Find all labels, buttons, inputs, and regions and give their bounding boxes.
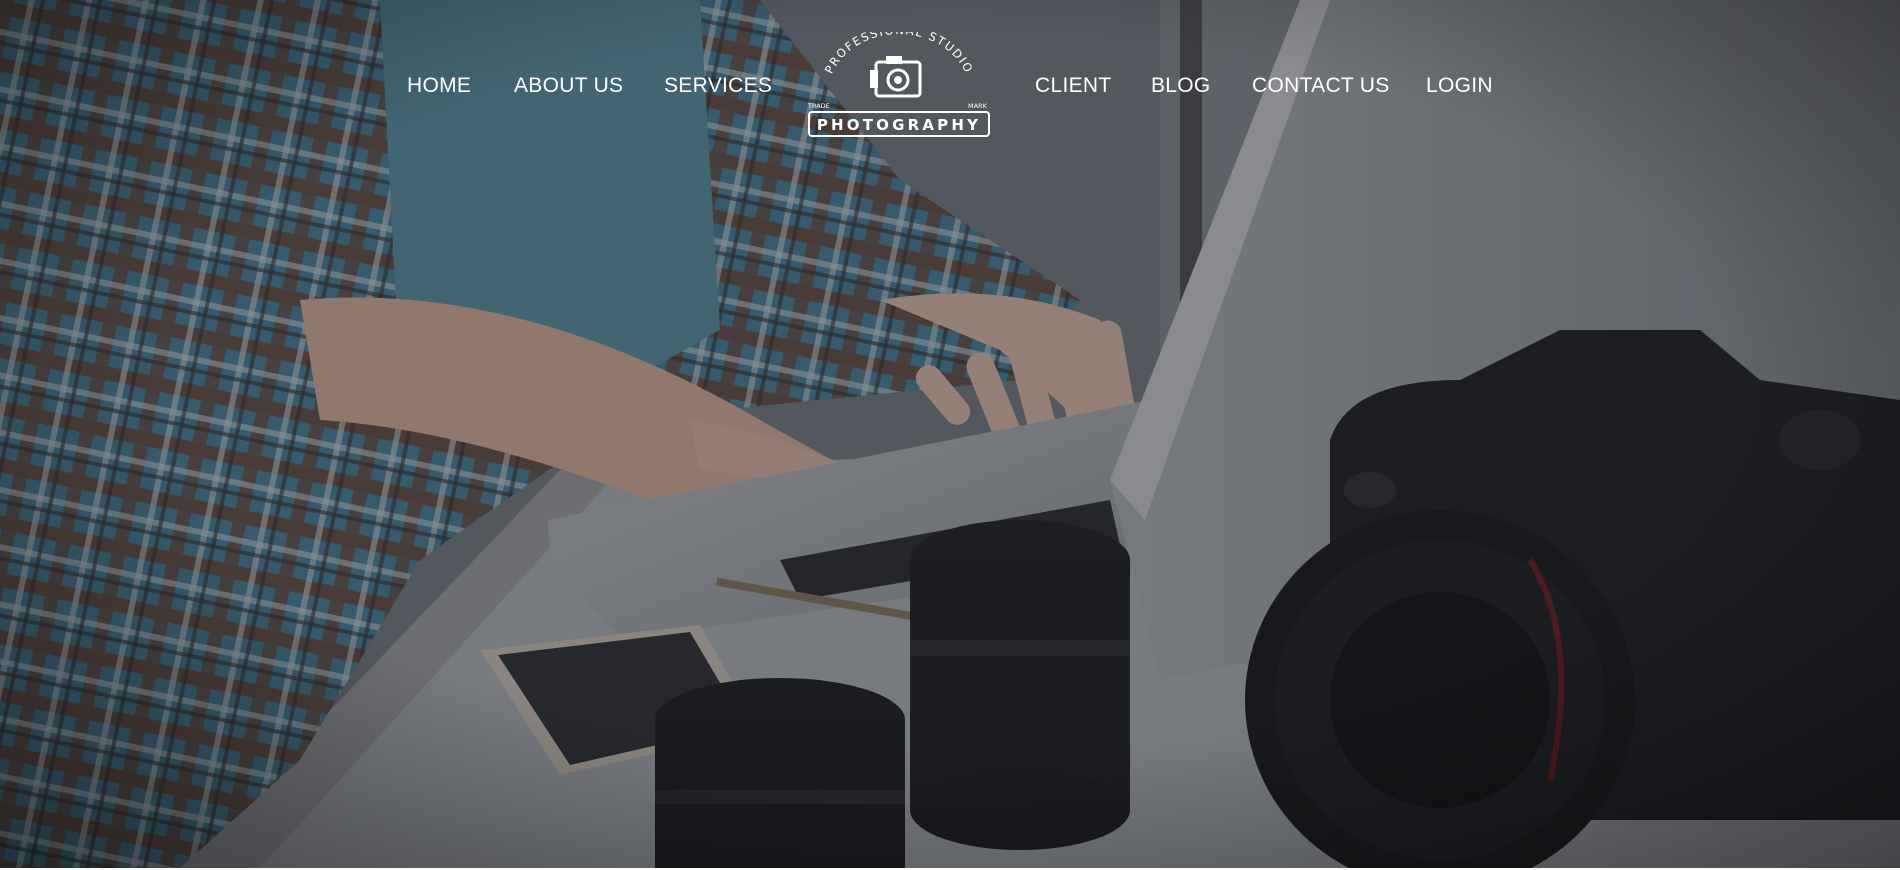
nav-item-home[interactable]: HOME xyxy=(407,74,471,98)
site-logo[interactable]: PROFESSIONAL STUDIO TRADE MARK PHOTOGRAP… xyxy=(806,32,992,140)
nav-item-contact-us[interactable]: CONTACT US xyxy=(1252,74,1390,98)
logo-banner-text: PHOTOGRAPHY xyxy=(817,116,981,134)
nav-item-about-us[interactable]: ABOUT US xyxy=(514,74,623,98)
logo-right-mark: MARK xyxy=(968,102,988,110)
main-navigation: HOME ABOUT US SERVICES PROFESSIONAL STUD… xyxy=(0,0,1900,180)
logo-left-mark: TRADE xyxy=(807,102,830,110)
nav-item-client[interactable]: CLIENT xyxy=(1035,74,1111,98)
nav-item-services[interactable]: SERVICES xyxy=(664,74,772,98)
camera-icon: PROFESSIONAL STUDIO TRADE MARK PHOTOGRAP… xyxy=(807,32,990,137)
nav-item-login[interactable]: LOGIN xyxy=(1426,74,1493,98)
nav-item-blog[interactable]: BLOG xyxy=(1151,74,1211,98)
hero-section: HOME ABOUT US SERVICES PROFESSIONAL STUD… xyxy=(0,0,1900,868)
